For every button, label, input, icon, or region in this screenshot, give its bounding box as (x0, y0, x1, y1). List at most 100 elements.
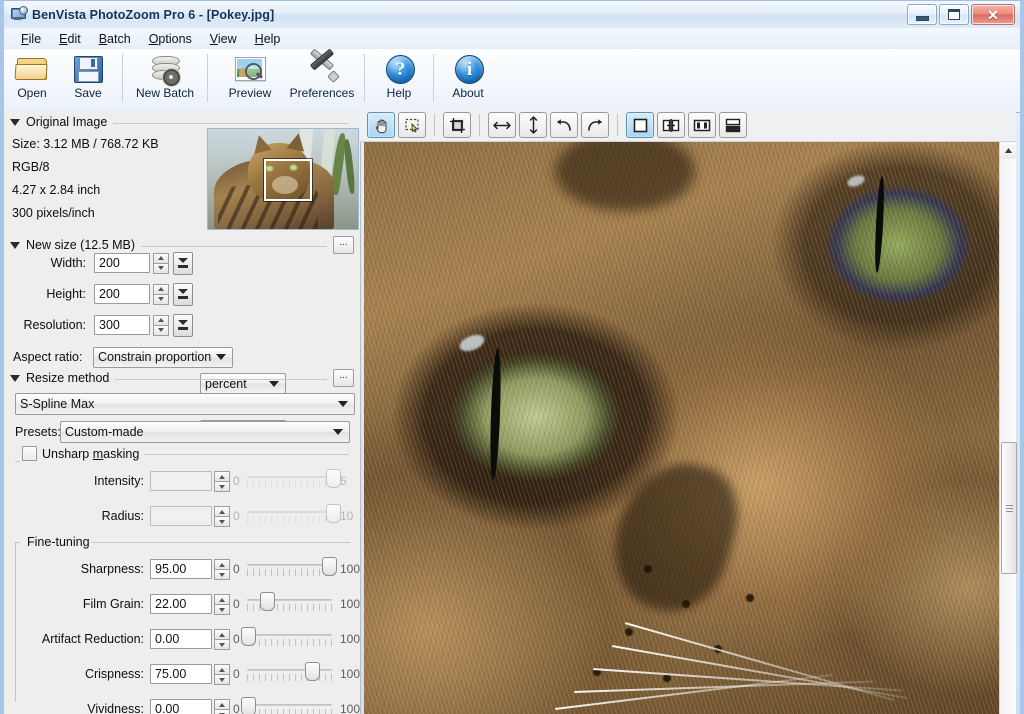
scroll-up-arrow[interactable] (1000, 142, 1016, 159)
sharpness-spin-up[interactable] (214, 559, 230, 569)
vividness-slider-thumb[interactable] (241, 697, 256, 714)
sharpness-input[interactable] (150, 559, 212, 579)
section-header-resize-method[interactable]: Resize method ... (10, 369, 354, 387)
resolution-link-button[interactable] (173, 313, 193, 337)
minimize-button[interactable] (907, 4, 937, 25)
preferences-wrench-icon (305, 48, 340, 84)
height-spinner[interactable] (153, 283, 169, 305)
vividness-input[interactable] (150, 699, 212, 714)
height-spin-down[interactable] (153, 293, 169, 305)
artifactreduction-spin-up[interactable] (214, 629, 230, 639)
about-glyph: i (466, 59, 473, 80)
aspect-ratio-select[interactable]: Constrain proportions (93, 346, 233, 368)
resolution-spin-down[interactable] (153, 324, 169, 336)
vividness-spin-up[interactable] (214, 699, 230, 709)
menu-item-view[interactable]: View (201, 30, 246, 48)
toolbar-button-new-batch[interactable]: New Batch (129, 52, 201, 100)
menu-item-file[interactable]: File (12, 30, 50, 48)
main-toolbar: Open Save New Batch Preview Preferences … (4, 48, 1020, 113)
width-link-button[interactable] (173, 251, 193, 275)
view-side-by-side[interactable] (688, 112, 716, 138)
vividness-slider[interactable] (241, 697, 332, 714)
vividness-spin-down[interactable] (214, 709, 230, 714)
filmgrain-slider-thumb[interactable] (259, 592, 275, 611)
about-info-icon: i (451, 52, 485, 84)
sharpness-slider-thumb[interactable] (321, 557, 337, 576)
width-input[interactable] (94, 253, 150, 273)
thumbnail-selection-box[interactable] (264, 159, 312, 201)
crispness-spin-up[interactable] (214, 664, 230, 674)
row-presets: Presets: Custom-made (15, 421, 350, 443)
crispness-slider-thumb[interactable] (304, 662, 320, 681)
rotate-right-tool[interactable] (581, 112, 609, 138)
height-link-button[interactable] (173, 282, 193, 306)
resolution-input[interactable] (94, 315, 150, 335)
menu-item-edit[interactable]: Edit (50, 30, 90, 48)
view-single[interactable] (626, 112, 654, 138)
toolbar-button-open[interactable]: Open (4, 52, 60, 100)
artifactreduction-slider-track (247, 634, 332, 636)
toolbar-button-help[interactable]: ? Help (371, 52, 427, 100)
info-resolution: 300 pixels/inch (12, 206, 95, 220)
menu-item-help[interactable]: Help (246, 30, 290, 48)
toolbar-button-save[interactable]: Save (60, 52, 116, 100)
crispness-slider[interactable] (247, 662, 332, 684)
crispness-input[interactable] (150, 664, 212, 684)
collapse-triangle-icon[interactable] (10, 118, 20, 126)
maximize-button[interactable] (939, 4, 969, 25)
resolution-spin-up[interactable] (153, 314, 169, 325)
pan-hand-tool[interactable] (367, 112, 395, 138)
resize-method-select[interactable]: S-Spline Max (15, 393, 355, 415)
crispness-spinner[interactable] (214, 664, 230, 685)
filmgrain-spin-up[interactable] (214, 594, 230, 604)
width-spin-up[interactable] (153, 252, 169, 263)
width-spin-down[interactable] (153, 262, 169, 274)
collapse-triangle-icon[interactable] (10, 374, 20, 382)
unsharp-masking-checkbox-row[interactable]: Unsharp masking (22, 446, 139, 461)
view-split-vertical[interactable] (657, 112, 685, 138)
toolbar-button-preferences[interactable]: Preferences (286, 48, 358, 100)
height-input[interactable] (94, 284, 150, 304)
fine-tuning-rule-right (92, 542, 350, 543)
resolution-spinner[interactable] (153, 314, 169, 336)
filmgrain-input[interactable] (150, 594, 212, 614)
artifactreduction-slider[interactable] (241, 627, 332, 649)
marquee-select-tool[interactable] (398, 112, 426, 138)
height-spin-up[interactable] (153, 283, 169, 294)
filmgrain-slider[interactable] (247, 592, 332, 614)
presets-select[interactable]: Custom-made (60, 421, 350, 443)
menu-item-options[interactable]: Options (140, 30, 201, 48)
width-spinner[interactable] (153, 252, 169, 274)
artifactreduction-input[interactable] (150, 629, 212, 649)
resize-method-options-button[interactable]: ... (333, 369, 354, 387)
view-stacked[interactable] (719, 112, 747, 138)
collapse-triangle-icon[interactable] (10, 241, 20, 249)
original-image-thumbnail[interactable] (207, 128, 359, 230)
crop-tool[interactable] (443, 112, 471, 138)
artifactreduction-spin-down[interactable] (214, 639, 230, 650)
close-button[interactable]: ✕ (971, 4, 1015, 25)
menu-item-batch[interactable]: Batch (90, 30, 140, 48)
filmgrain-spin-down[interactable] (214, 604, 230, 615)
toolbar-button-preview[interactable]: Preview (214, 52, 286, 100)
artifactreduction-slider-thumb[interactable] (241, 627, 256, 646)
artifactreduction-spinner[interactable] (214, 629, 230, 650)
vividness-slider-ticks (247, 709, 332, 714)
rotate-left-tool[interactable] (550, 112, 578, 138)
sharpness-spin-down[interactable] (214, 569, 230, 580)
flip-vertical-tool[interactable] (519, 112, 547, 138)
toolbar-button-about[interactable]: i About (440, 52, 496, 100)
sharpness-spinner[interactable] (214, 559, 230, 580)
sharpness-slider[interactable] (247, 557, 337, 579)
filmgrain-spinner[interactable] (214, 594, 230, 615)
vividness-spinner[interactable] (214, 699, 230, 714)
settings-panel: Original Image Size: 3.12 MB / 768.72 KB… (4, 109, 361, 714)
unsharp-masking-checkbox[interactable] (22, 446, 37, 461)
flip-horizontal-tool[interactable] (488, 112, 516, 138)
row-width: Width: (4, 251, 360, 275)
image-vertical-scrollbar[interactable] (999, 142, 1017, 714)
image-preview-canvas[interactable] (364, 142, 1000, 714)
original-image-info: Size: 3.12 MB / 768.72 KB RGB/8 4.27 x 2… (12, 137, 159, 229)
crispness-spin-down[interactable] (214, 674, 230, 685)
scrollbar-thumb[interactable] (1001, 442, 1017, 574)
